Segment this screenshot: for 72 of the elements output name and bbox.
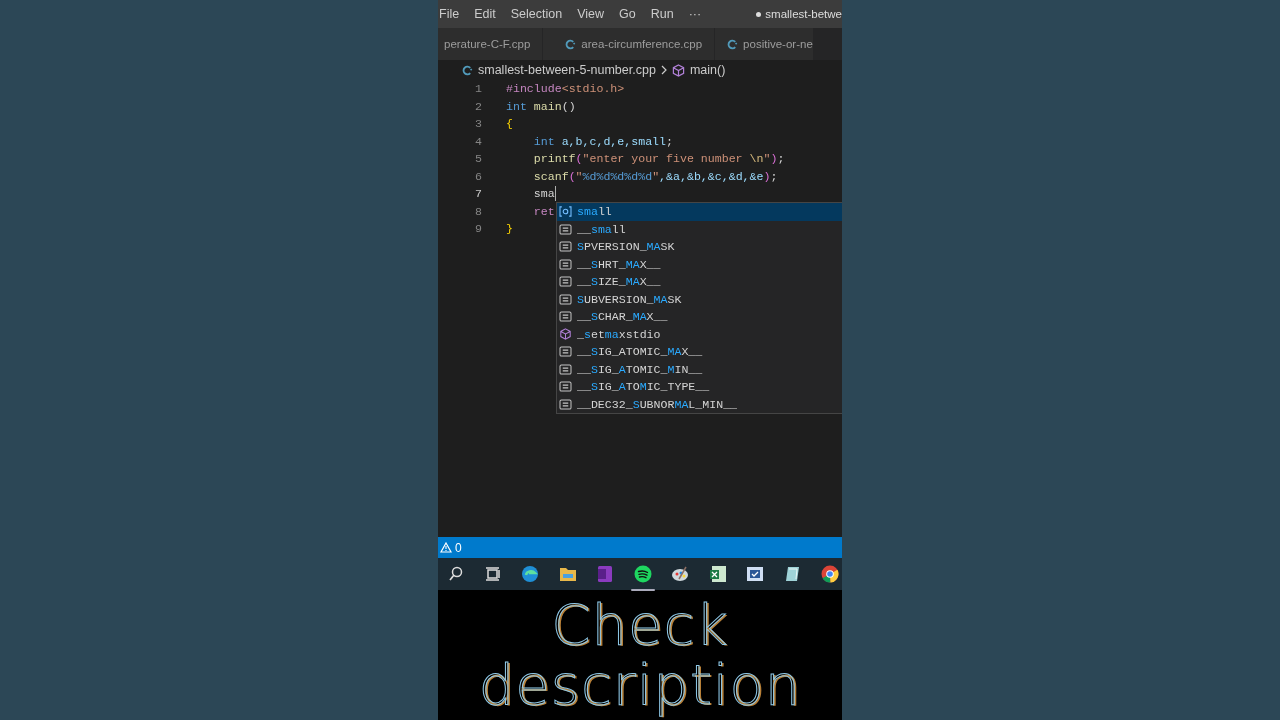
cpp-file-icon — [462, 64, 473, 76]
suggestion-item[interactable]: __SIG_ATOMIC_MIN__ — [557, 360, 842, 378]
code-line: #include<stdio.h> — [506, 82, 625, 96]
chevron-icon — [660, 65, 667, 75]
document-icon[interactable] — [747, 567, 763, 581]
menu-item[interactable]: ··· — [680, 7, 709, 21]
cube-icon — [559, 328, 572, 341]
folder-icon[interactable] — [559, 568, 576, 581]
suggestion-item[interactable]: __DEC32_SUBNORMAL_MIN__ — [557, 395, 842, 413]
menu-item[interactable]: Selection — [502, 7, 570, 21]
code-line: { — [506, 117, 513, 131]
search-icon[interactable] — [449, 566, 463, 581]
window-title: smallest-betwe — [765, 8, 842, 20]
constant-icon — [559, 398, 572, 410]
constant-icon — [559, 311, 572, 323]
suggestion-item[interactable]: __SIZE_MAX__ — [557, 273, 842, 291]
notepad-icon[interactable] — [785, 567, 799, 581]
code-line: printf("enter your five number \n"); — [532, 152, 785, 166]
suggestion-item[interactable]: __SIG_ATOMIC_MAX__ — [557, 343, 842, 361]
spreadsheet-icon[interactable] — [709, 566, 726, 582]
constant-icon — [559, 346, 572, 358]
caption-text: Check — [551, 595, 729, 655]
browser-icon[interactable] — [522, 566, 538, 582]
suggestion-item[interactable]: small — [557, 203, 842, 221]
line-number: 4 — [474, 134, 483, 148]
menu-item[interactable]: Edit — [466, 7, 503, 21]
warning-icon — [440, 542, 452, 553]
code-line: int a,b,c,d,e,small; — [532, 134, 673, 148]
menu-item[interactable]: Run — [642, 7, 681, 21]
chrome-browser-icon[interactable] — [821, 565, 839, 583]
editor-tab[interactable]: area-circumference.cpp — [543, 28, 716, 60]
line-number: 9 — [474, 222, 483, 236]
constant-icon — [559, 381, 572, 393]
code-line: scanf("%d%d%d%d%d",&a,&b,&c,&d,&e); — [532, 169, 778, 183]
constant-icon — [559, 293, 572, 305]
menu-item[interactable]: View — [569, 7, 611, 21]
line-number: 8 — [474, 204, 483, 218]
line-number: 1 — [474, 82, 483, 96]
editor-tab[interactable]: perature-C-F.cpp — [438, 28, 544, 60]
suggestion-item[interactable]: __SIG_ATOMIC_TYPE__ — [557, 378, 842, 396]
suggestion-item[interactable]: _setmaxstdio — [557, 325, 842, 343]
suggestion-item[interactable]: __SHRT_MAX__ — [557, 255, 842, 273]
cube-icon — [671, 63, 685, 77]
music-app-icon[interactable] — [634, 565, 651, 583]
suggestion-item[interactable]: SPVERSION_MASK — [557, 238, 842, 256]
code-line: sma — [532, 186, 556, 202]
menu-item[interactable]: File — [439, 7, 467, 21]
palette-icon[interactable] — [672, 566, 688, 581]
constant-icon — [559, 223, 572, 235]
line-number: 2 — [474, 99, 483, 113]
warnings-indicator[interactable]: 0 — [438, 540, 462, 555]
breadcrumb-symbol[interactable]: main() — [689, 63, 726, 77]
code-line: } — [506, 222, 513, 236]
code-line: ret — [532, 204, 555, 218]
suggestion-item[interactable]: __small — [557, 220, 842, 238]
breadcrumb-file[interactable]: smallest-between-5-number.cpp — [478, 63, 656, 77]
constant-icon — [559, 258, 572, 270]
editor-tab[interactable]: positive-or-ne — [715, 28, 814, 60]
constant-icon — [559, 241, 572, 253]
suggestion-item[interactable]: SUBVERSION_MASK — [557, 290, 842, 308]
caption-text: description — [478, 655, 802, 715]
line-number: 5 — [474, 152, 483, 166]
suggestion-item[interactable]: __SCHAR_MAX__ — [557, 308, 842, 326]
menu-item[interactable]: Go — [611, 7, 643, 21]
task-view-icon[interactable] — [484, 567, 500, 581]
code-line: int main() — [506, 99, 576, 113]
line-number: 6 — [474, 169, 483, 183]
constant-icon — [559, 276, 572, 288]
variable-icon — [559, 206, 572, 218]
line-number: 3 — [474, 117, 483, 131]
constant-icon — [559, 363, 572, 375]
line-number: 7 — [474, 187, 483, 201]
